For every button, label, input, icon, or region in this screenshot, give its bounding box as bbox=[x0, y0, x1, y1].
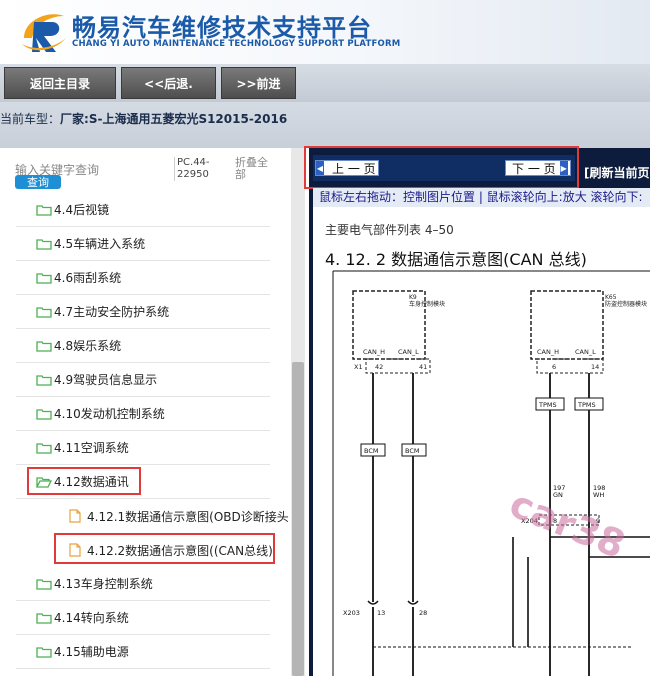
highlight-box bbox=[27, 467, 141, 495]
nav-bar: 返回主目录 <<后退. >>前进 bbox=[0, 64, 650, 102]
tree-item[interactable]: 4.8娱乐系统 bbox=[16, 329, 270, 363]
viewer-hint: 鼠标左右拖动：控制图片位置 | 鼠标滚轮向上:放大 滚轮向下: bbox=[313, 188, 650, 207]
tree-item[interactable]: 4.14转向系统 bbox=[16, 601, 270, 635]
tree-item[interactable]: 4.4后视镜 bbox=[16, 193, 270, 227]
folder-icon bbox=[36, 340, 52, 352]
highlight-box bbox=[304, 146, 579, 189]
tree-item[interactable]: 4.11空调系统 bbox=[16, 431, 270, 465]
tree-item-label: 4.7主动安全防护系统 bbox=[54, 305, 170, 319]
home-button[interactable]: 返回主目录 bbox=[4, 67, 116, 99]
bcm-tag: BCM bbox=[364, 447, 379, 455]
tpms-tag: TPMS bbox=[538, 401, 557, 409]
highlight-box bbox=[54, 533, 275, 564]
refresh-page-button[interactable]: [刷新当前页 bbox=[584, 164, 650, 181]
folder-icon bbox=[36, 272, 52, 284]
search-button[interactable]: 查询 bbox=[15, 175, 61, 189]
tree-item-label: 4.10发动机控制系统 bbox=[54, 407, 165, 421]
tree-subitem-label: 4.12.1数据通信示意图(OBD诊断接头 bbox=[87, 509, 289, 524]
tree-item-label: 4.13车身控制系统 bbox=[54, 577, 153, 591]
vehicle-label: 当前车型： bbox=[0, 112, 61, 126]
tree-item-label: 4.11空调系统 bbox=[54, 441, 129, 455]
tree-item-label: 4.8娱乐系统 bbox=[54, 339, 122, 353]
module1-label: 车身控制模块 bbox=[409, 300, 445, 308]
back-button[interactable]: <<后退. bbox=[121, 67, 216, 99]
app-subtitle: CHANG YI AUTO MAINTENANCE TECHNOLOGY SUP… bbox=[72, 39, 401, 49]
tree-item[interactable]: 4.7主动安全防护系统 bbox=[16, 295, 270, 329]
module2-label: 防盗控制器模块 bbox=[605, 300, 647, 308]
tree-item[interactable]: 4.10发动机控制系统 bbox=[16, 397, 270, 431]
pin-6: 6 bbox=[552, 363, 556, 371]
can-h-label-2: CAN_H bbox=[537, 348, 559, 356]
folder-icon bbox=[36, 374, 52, 386]
pc-code: PC.44-22950 bbox=[174, 157, 222, 181]
vehicle-value: 厂家:S-上海通用五菱宏光S12015-2016 bbox=[60, 112, 288, 126]
tree-item[interactable]: 4.9驾驶员信息显示 bbox=[16, 363, 270, 397]
bcm-tag-2: BCM bbox=[405, 447, 420, 455]
pin-14: 14 bbox=[591, 363, 599, 371]
folder-icon bbox=[36, 408, 52, 420]
wiring-schematic: K9 车身控制模块 CAN_H CAN_L X1 42 41 K65 防盗控制器… bbox=[332, 270, 650, 676]
tree-item[interactable]: 4.6雨刮系统 bbox=[16, 261, 270, 295]
tree-item-label: 4.14转向系统 bbox=[54, 611, 129, 625]
folder-icon bbox=[36, 238, 52, 250]
pin-42: 42 bbox=[375, 363, 383, 371]
can-l-label-2: CAN_L bbox=[575, 348, 596, 356]
watermark: car38 bbox=[504, 481, 632, 567]
vehicle-bar: 当前车型：厂家:S-上海通用五菱宏光S12015-2016 bbox=[0, 102, 650, 148]
app-title: 畅易汽车维修技术支持平台 bbox=[72, 14, 372, 42]
connector-x1: X1 bbox=[354, 363, 363, 371]
tree-item[interactable]: 4.15辅助电源 bbox=[16, 635, 270, 669]
app-header: 畅易汽车维修技术支持平台 CHANG YI AUTO MAINTENANCE T… bbox=[0, 0, 650, 64]
folder-icon bbox=[36, 646, 52, 658]
folder-icon bbox=[36, 306, 52, 318]
tree-item[interactable]: 4.13车身控制系统 bbox=[16, 567, 270, 601]
vehicle-info: 当前车型：厂家:S-上海通用五菱宏光S12015-2016 bbox=[0, 110, 287, 127]
wire-wh: WH bbox=[593, 491, 604, 499]
folder-icon bbox=[36, 578, 52, 590]
connector-x203: X203 bbox=[343, 609, 360, 617]
collapse-all-button[interactable]: 折叠全部 bbox=[235, 157, 275, 181]
tree-item-label: 4.9驾驶员信息显示 bbox=[54, 373, 158, 387]
can-l-label: CAN_L bbox=[398, 348, 419, 356]
module1-code: K9 bbox=[409, 294, 417, 301]
tree-item-label: 4.15辅助电源 bbox=[54, 645, 129, 659]
pin-28: 28 bbox=[419, 609, 427, 617]
folder-icon bbox=[36, 442, 52, 454]
module2-code: K65 bbox=[605, 294, 617, 301]
tree-item-label: 4.4后视镜 bbox=[54, 203, 110, 217]
can-h-label: CAN_H bbox=[363, 348, 385, 356]
folder-icon bbox=[36, 204, 52, 216]
folder-icon bbox=[36, 612, 52, 624]
document-icon bbox=[69, 509, 81, 523]
tree-item[interactable]: 4.5车辆进入系统 bbox=[16, 227, 270, 261]
document-page[interactable]: 主要电气部件列表 4–50 4. 12. 2 数据通信示意图(CAN 总线) K… bbox=[313, 207, 650, 676]
forward-button[interactable]: >>前进 bbox=[221, 67, 296, 99]
tree-item-label: 4.5车辆进入系统 bbox=[54, 237, 146, 251]
logo-icon bbox=[22, 14, 66, 52]
tree-item-label: 4.6雨刮系统 bbox=[54, 271, 122, 285]
sidebar-scroll-thumb[interactable] bbox=[292, 362, 304, 676]
pin-41: 41 bbox=[419, 363, 427, 371]
pin-13: 13 bbox=[377, 609, 385, 617]
tree-subitem[interactable]: 4.12.1数据通信示意图(OBD诊断接头 bbox=[16, 499, 290, 533]
tpms-tag-2: TPMS bbox=[577, 401, 596, 409]
